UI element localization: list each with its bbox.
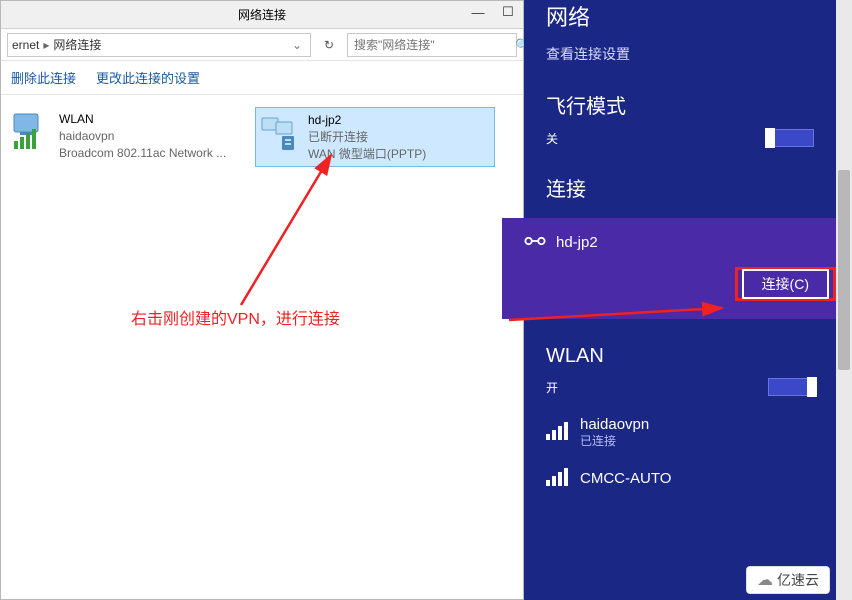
connection-status: 已断开连接 — [308, 129, 426, 146]
connection-desc: WLAN haidaovpn Broadcom 802.11ac Network… — [59, 111, 226, 161]
command-bar: 删除此连接 更改此连接的设置 — [1, 61, 523, 95]
network-charm-panel: 网络 查看连接设置 飞行模式 关 连接 hd-jp2 连接(C) WLAN 开 — [524, 0, 836, 600]
vpn-icon — [260, 112, 300, 152]
connection-item-hdjp2[interactable]: hd-jp2 已断开连接 WAN 微型端口(PPTP) — [255, 107, 495, 167]
titlebar[interactable]: 网络连接 — ☐ — [1, 1, 523, 29]
connection-ssid: haidaovpn — [59, 128, 226, 145]
chevron-right-icon: ▸ — [43, 38, 49, 52]
chevron-down-icon[interactable]: ⌄ — [288, 38, 306, 52]
charm-header: 网络 — [546, 0, 814, 32]
airplane-state-label: 关 — [546, 130, 558, 147]
delete-connection-link[interactable]: 删除此连接 — [11, 68, 76, 87]
connection-adapter: WAN 微型端口(PPTP) — [308, 146, 426, 163]
connect-button[interactable]: 连接(C) — [742, 269, 829, 299]
search-box[interactable]: 🔍 — [347, 33, 517, 57]
wifi-name: CMCC-AUTO — [580, 470, 671, 488]
vpn-link-icon — [524, 232, 546, 253]
scrollbar-thumb[interactable] — [838, 170, 850, 370]
wifi-item-cmcc[interactable]: CMCC-AUTO — [546, 468, 814, 489]
change-settings-link[interactable]: 更改此连接的设置 — [96, 68, 200, 87]
address-bar-row: ernet ▸ 网络连接 ⌄ ↻ 🔍 — [1, 29, 523, 61]
connection-title: WLAN — [59, 111, 226, 128]
connections-title: 连接 — [546, 173, 814, 202]
annotation-highlight: 连接(C) — [735, 267, 836, 301]
watermark-text: 亿速云 — [777, 570, 819, 590]
breadcrumb-part[interactable]: 网络连接 — [53, 36, 101, 53]
vpn-name: hd-jp2 — [556, 234, 598, 251]
window-title: 网络连接 — [238, 6, 286, 23]
wifi-item-haidaovpn[interactable]: haidaovpn 已连接 — [546, 416, 814, 448]
refresh-button[interactable]: ↻ — [317, 33, 341, 57]
breadcrumb[interactable]: ernet ▸ 网络连接 ⌄ — [7, 33, 311, 57]
view-connection-settings-link[interactable]: 查看连接设置 — [546, 44, 814, 64]
watermark: ☁ 亿速云 — [746, 566, 830, 594]
connection-desc: hd-jp2 已断开连接 WAN 微型端口(PPTP) — [308, 112, 426, 162]
wlan-title: WLAN — [546, 345, 814, 368]
search-input[interactable] — [352, 37, 511, 53]
wifi-icon — [11, 111, 51, 151]
breadcrumb-part[interactable]: ernet — [12, 38, 39, 52]
connection-item-wlan[interactable]: WLAN haidaovpn Broadcom 802.11ac Network… — [7, 107, 247, 165]
window-buttons: — ☐ — [463, 1, 523, 23]
network-connections-window: 网络连接 — ☐ ernet ▸ 网络连接 ⌄ ↻ 🔍 删除此连接 更改此连接的… — [0, 0, 524, 600]
scrollbar[interactable] — [836, 0, 852, 600]
wifi-status: 已连接 — [580, 434, 649, 448]
minimize-button[interactable]: — — [463, 1, 493, 23]
annotation-arrow-icon — [231, 145, 351, 315]
wlan-toggle[interactable] — [768, 378, 814, 396]
wifi-signal-icon — [546, 468, 568, 489]
maximize-button[interactable]: ☐ — [493, 1, 523, 23]
airplane-mode-title: 飞行模式 — [546, 90, 814, 119]
annotation-text: 右击刚创建的VPN，进行连接 — [131, 305, 340, 329]
connections-pane[interactable]: WLAN haidaovpn Broadcom 802.11ac Network… — [1, 95, 523, 599]
airplane-toggle[interactable] — [768, 129, 814, 147]
connection-adapter: Broadcom 802.11ac Network ... — [59, 145, 226, 162]
wifi-signal-icon — [546, 422, 568, 443]
cloud-icon: ☁ — [757, 570, 773, 590]
wifi-name: haidaovpn — [580, 416, 649, 434]
wlan-state-label: 开 — [546, 379, 558, 396]
connection-title: hd-jp2 — [308, 112, 426, 129]
vpn-selected-item[interactable]: hd-jp2 连接(C) — [502, 218, 852, 319]
